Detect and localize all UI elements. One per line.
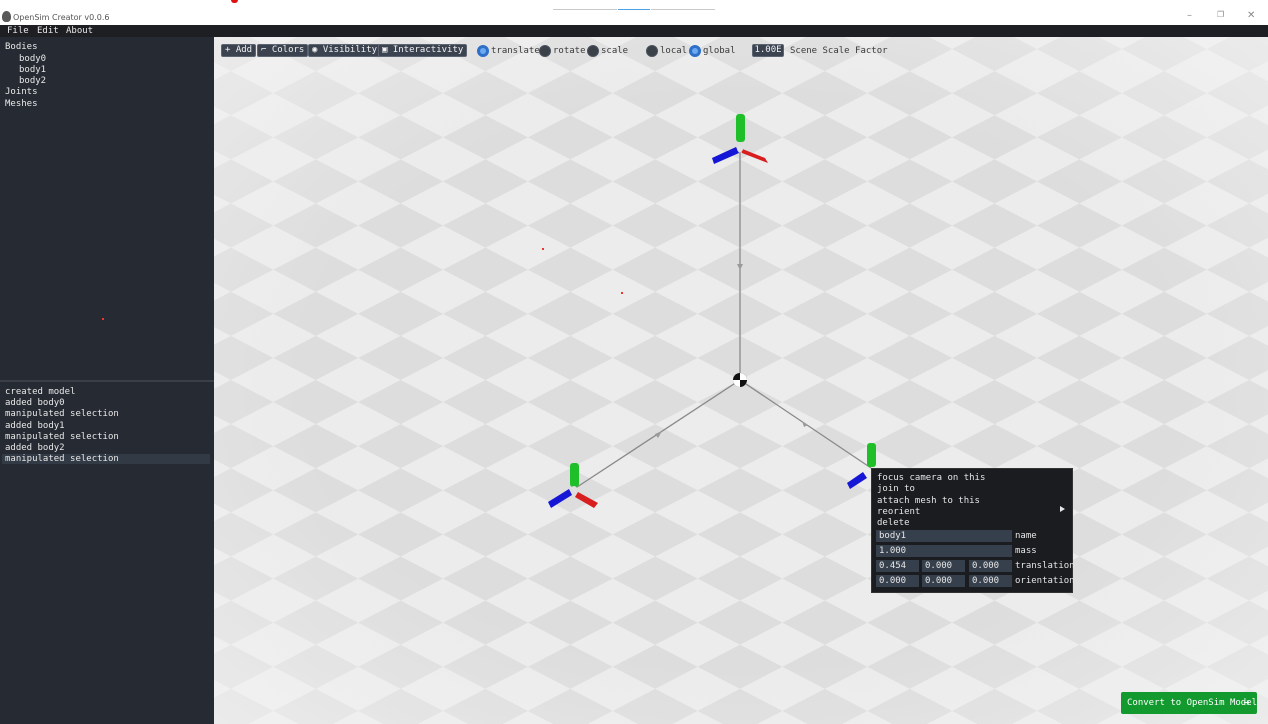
menu-about[interactable]: About <box>66 26 93 36</box>
scale-label: scale <box>601 46 629 56</box>
menu-bar: File Edit About <box>0 25 1268 37</box>
submenu-arrow-icon <box>1060 506 1065 512</box>
rotate-label: rotate <box>553 46 586 56</box>
orientation-x-input[interactable]: 0.000 <box>876 575 919 587</box>
orientation-label: orientation <box>1015 576 1075 586</box>
arrow-right-icon: ➔ <box>1243 696 1250 709</box>
scene-canvas[interactable] <box>214 37 1268 724</box>
mass-label: mass <box>1015 546 1037 556</box>
hierarchy-bodies-header[interactable]: Bodies <box>5 42 38 52</box>
minimize-button[interactable]: – <box>1187 10 1192 21</box>
translate-radio[interactable] <box>477 45 489 57</box>
history-item[interactable]: created model <box>5 387 75 397</box>
red-marker-dot <box>621 292 623 294</box>
window-title: OpenSim Creator v0.0.6 <box>13 13 110 22</box>
ctx-join-to[interactable]: join to <box>877 484 915 494</box>
ctx-reorient[interactable]: reorient <box>877 507 920 517</box>
hierarchy-panel: Bodies body0 body1 body2 Joints Meshes <box>0 37 214 380</box>
title-divider <box>651 9 715 10</box>
orientation-y-input[interactable]: 0.000 <box>922 575 965 587</box>
colors-label: Colors <box>271 45 305 55</box>
body-context-menu: focus camera on this join to attach mesh… <box>871 468 1075 593</box>
scale-radio[interactable] <box>587 45 599 57</box>
visibility-label: Visibility <box>322 45 378 55</box>
visibility-button[interactable]: ◉ Visibility <box>308 44 382 57</box>
close-button[interactable]: ✕ <box>1247 10 1255 21</box>
add-button[interactable]: + Add <box>221 44 257 57</box>
translate-label: translate <box>491 46 540 56</box>
interactivity-label: Interactivity <box>392 45 464 55</box>
scene-scale-factor-label: Scene Scale Factor <box>790 46 888 56</box>
history-item[interactable]: added body0 <box>5 398 65 408</box>
red-cursor-mark <box>231 0 238 3</box>
ctx-attach-mesh[interactable]: attach mesh to this <box>877 496 980 506</box>
history-item-selected[interactable]: manipulated selection <box>2 454 210 464</box>
global-label: global <box>703 46 736 56</box>
colors-button[interactable]: ⌐ Colors <box>257 44 309 57</box>
red-marker-dot <box>102 318 104 320</box>
history-item[interactable]: manipulated selection <box>5 409 119 419</box>
orientation-z-input[interactable]: 0.000 <box>969 575 1012 587</box>
global-radio[interactable] <box>689 45 701 57</box>
hierarchy-body-item[interactable]: body2 <box>19 76 46 86</box>
mass-input[interactable]: 1.000 <box>876 545 1012 557</box>
translation-x-input[interactable]: 0.454 <box>876 560 919 572</box>
title-divider <box>553 9 617 10</box>
translation-label: translation <box>1015 561 1075 571</box>
ctx-focus-camera[interactable]: focus camera on this <box>877 473 985 483</box>
hierarchy-body-item[interactable]: body1 <box>19 65 46 75</box>
local-radio[interactable] <box>646 45 658 57</box>
menu-file[interactable]: File <box>7 26 29 36</box>
history-panel: created model added body0 manipulated se… <box>0 382 214 724</box>
convert-label: Convert to OpenSim Model <box>1127 698 1258 708</box>
name-input[interactable]: body1 <box>876 530 1012 542</box>
rotate-radio[interactable] <box>539 45 551 57</box>
red-marker-dot <box>542 248 544 250</box>
paint-roller-icon: ⌐ <box>261 45 272 55</box>
lock-icon: ▣ <box>382 45 393 55</box>
scene-viewport[interactable]: + Add ⌐ Colors ◉ Visibility ▣ Interactiv… <box>214 37 1268 724</box>
app-logo-icon <box>2 11 11 22</box>
name-label: name <box>1015 531 1037 541</box>
history-item[interactable]: manipulated selection <box>5 432 119 442</box>
convert-to-opensim-button[interactable]: Convert to OpenSim Model ➔ <box>1121 692 1257 714</box>
hierarchy-joints-header[interactable]: Joints <box>5 87 38 97</box>
ground-origin-icon <box>733 373 747 387</box>
history-item[interactable]: added body2 <box>5 443 65 453</box>
local-label: local <box>660 46 688 56</box>
maximize-button[interactable]: ❐ <box>1217 10 1224 19</box>
interactivity-button[interactable]: ▣ Interactivity <box>378 44 468 57</box>
plus-icon: + <box>225 45 236 55</box>
eye-icon: ◉ <box>312 45 323 55</box>
history-item[interactable]: added body1 <box>5 421 65 431</box>
add-label: Add <box>235 45 253 55</box>
menu-edit[interactable]: Edit <box>37 26 59 36</box>
scene-scale-factor-input[interactable]: 1.00E <box>752 44 784 57</box>
hierarchy-meshes-header[interactable]: Meshes <box>5 99 38 109</box>
translation-y-input[interactable]: 0.000 <box>922 560 965 572</box>
ctx-delete[interactable]: delete <box>877 518 910 528</box>
translation-z-input[interactable]: 0.000 <box>969 560 1012 572</box>
title-divider-active <box>618 9 650 10</box>
hierarchy-body-item[interactable]: body0 <box>19 54 46 64</box>
window-titlebar: OpenSim Creator v0.0.6 – ❐ ✕ <box>0 0 1268 25</box>
